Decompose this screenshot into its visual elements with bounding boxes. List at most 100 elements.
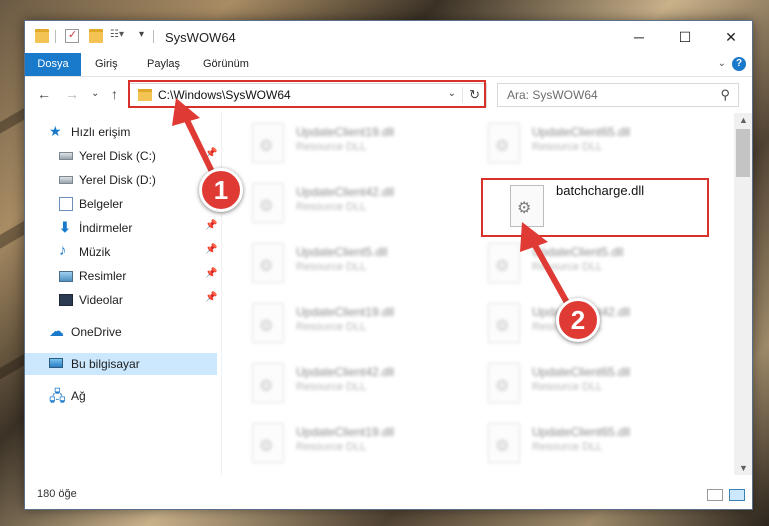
pin-icon: 📌 bbox=[205, 268, 218, 279]
file-item[interactable]: ⚙ UpdateClient19.dll Resource DLL bbox=[222, 117, 452, 171]
file-type: Resource DLL bbox=[532, 141, 603, 153]
file-item[interactable]: ⚙ UpdateClient5.dll Resource DLL bbox=[458, 237, 688, 291]
file-item[interactable]: ⚙ UpdateClient42.dll Resource DLL bbox=[222, 177, 452, 231]
dll-file-icon: ⚙ bbox=[252, 123, 284, 163]
sidebar-item-onedrive[interactable]: ☁ OneDrive bbox=[25, 321, 217, 343]
new-folder-icon[interactable] bbox=[89, 29, 103, 43]
file-item[interactable]: ⚙ UpdateClient65.dll Resource DLL bbox=[458, 117, 688, 171]
sidebar-item-pictures[interactable]: Resimler 📌 bbox=[25, 265, 217, 287]
search-input[interactable]: Ara: SysWOW64 bbox=[507, 88, 598, 102]
scrollbar-thumb[interactable] bbox=[736, 129, 750, 177]
forward-button[interactable]: → bbox=[65, 86, 79, 102]
sidebar-item-label: OneDrive bbox=[71, 325, 122, 339]
vertical-scrollbar[interactable]: ▲ ▼ bbox=[734, 113, 752, 475]
properties-icon[interactable]: ✓ bbox=[65, 29, 79, 43]
large-icons-view-button[interactable] bbox=[729, 489, 745, 501]
sidebar-item-disk-c[interactable]: Yerel Disk (C:) 📌 bbox=[25, 145, 217, 167]
step-1-badge: 1 bbox=[199, 168, 243, 212]
sidebar-item-label: Yerel Disk (D:) bbox=[79, 173, 156, 187]
sidebar-item-downloads[interactable]: ⬇ İndirmeler 📌 bbox=[25, 217, 217, 239]
sidebar-item-label: Ağ bbox=[71, 389, 86, 403]
qat-separator bbox=[55, 30, 56, 43]
sidebar-item-label: Yerel Disk (C:) bbox=[79, 149, 156, 163]
onedrive-icon: ☁ bbox=[49, 323, 64, 340]
folder-icon bbox=[35, 29, 49, 43]
search-box[interactable]: Ara: SysWOW64 ⚲ bbox=[497, 83, 739, 107]
file-name: UpdateClient5.dll bbox=[296, 245, 388, 259]
gear-icon: ⚙ bbox=[495, 258, 510, 275]
drive-icon bbox=[59, 176, 73, 184]
expand-ribbon-icon[interactable]: ⌄ bbox=[718, 58, 726, 69]
search-icon[interactable]: ⚲ bbox=[720, 87, 730, 103]
sidebar-item-label: Videolar bbox=[79, 293, 123, 307]
file-type: Resource DLL bbox=[296, 441, 367, 453]
scroll-up-icon[interactable]: ▲ bbox=[739, 115, 748, 125]
sidebar-item-label: Hızlı erişim bbox=[71, 125, 131, 139]
sidebar-item-label: Belgeler bbox=[79, 197, 124, 211]
gear-icon: ⚙ bbox=[259, 438, 274, 455]
up-button[interactable]: ↑ bbox=[111, 86, 118, 102]
file-highlight bbox=[481, 178, 709, 237]
file-type: Resource DLL bbox=[296, 201, 367, 213]
network-icon: 🖧 bbox=[49, 388, 66, 405]
file-item[interactable]: ⚙ UpdateClient65.dll Resource DLL bbox=[458, 417, 688, 471]
minimize-button[interactable]: ─ bbox=[616, 21, 662, 53]
sidebar-item-documents[interactable]: Belgeler 📌 bbox=[25, 193, 217, 215]
pin-icon: 📌 bbox=[205, 148, 218, 159]
dll-file-icon: ⚙ bbox=[252, 363, 284, 403]
file-type: Resource DLL bbox=[532, 381, 603, 393]
sidebar-item-disk-d[interactable]: Yerel Disk (D:) 📌 bbox=[25, 169, 217, 191]
pin-icon: 📌 bbox=[205, 220, 218, 231]
tab-home[interactable]: Giriş bbox=[95, 53, 118, 76]
dll-file-icon: ⚙ bbox=[488, 363, 520, 403]
details-view-button[interactable] bbox=[707, 489, 723, 501]
pin-icon: 📌 bbox=[205, 244, 218, 255]
file-item[interactable]: ⚙ UpdateClient19.dll Resource DLL bbox=[222, 417, 452, 471]
sidebar-item-label: Müzik bbox=[79, 245, 111, 259]
file-type: Resource DLL bbox=[532, 261, 603, 273]
file-item[interactable]: ⚙ UpdateClient19.dll Resource DLL bbox=[222, 297, 452, 351]
scroll-down-icon[interactable]: ▼ bbox=[739, 463, 748, 473]
maximize-button[interactable]: ☐ bbox=[662, 21, 708, 53]
tab-file[interactable]: Dosya bbox=[25, 53, 81, 76]
file-type: Resource DLL bbox=[296, 321, 367, 333]
recent-locations-icon[interactable]: ⌄ bbox=[91, 88, 99, 99]
file-item[interactable]: ⚙ UpdateClient42.dll Resource DLL bbox=[222, 357, 452, 411]
dll-file-icon: ⚙ bbox=[488, 303, 520, 343]
qat-dropdown-icon[interactable]: ▾ bbox=[139, 29, 144, 40]
computer-icon bbox=[49, 358, 63, 368]
file-item[interactable]: ⚙ UpdateClient65.dll Resource DLL bbox=[458, 357, 688, 411]
back-button[interactable]: ← bbox=[37, 86, 51, 102]
file-item[interactable]: ⚙ UpdateClient5.dll Resource DLL bbox=[222, 237, 452, 291]
file-list: ⚙ UpdateClient19.dll Resource DLL ⚙ Upda… bbox=[222, 113, 734, 475]
gear-icon: ⚙ bbox=[259, 198, 274, 215]
documents-icon bbox=[59, 197, 73, 211]
sidebar-item-network[interactable]: 🖧 Ağ bbox=[25, 385, 217, 407]
file-name: UpdateClient42.dll bbox=[296, 185, 395, 199]
gear-icon: ⚙ bbox=[495, 318, 510, 335]
sidebar-item-quick-access[interactable]: ★ Hızlı erişim bbox=[25, 121, 217, 143]
dll-file-icon: ⚙ bbox=[488, 123, 520, 163]
ribbon-tabs: Dosya Giriş Paylaş Görünüm ⌄ ? bbox=[25, 53, 752, 77]
status-bar: 180 öğe bbox=[25, 483, 752, 509]
music-icon: ♪ bbox=[59, 242, 67, 259]
close-button[interactable]: ✕ bbox=[708, 21, 754, 53]
file-name: UpdateClient19.dll bbox=[296, 425, 395, 439]
file-type: Resource DLL bbox=[296, 381, 367, 393]
dll-file-icon: ⚙ bbox=[252, 183, 284, 223]
file-name: UpdateClient19.dll bbox=[296, 305, 395, 319]
gear-icon: ⚙ bbox=[259, 318, 274, 335]
tab-share[interactable]: Paylaş bbox=[147, 53, 180, 76]
sidebar-item-label: İndirmeler bbox=[79, 221, 133, 235]
star-icon: ★ bbox=[49, 123, 62, 139]
address-bar-highlight bbox=[128, 80, 486, 108]
sidebar-item-music[interactable]: ♪ Müzik 📌 bbox=[25, 241, 217, 263]
dll-file-icon: ⚙ bbox=[252, 243, 284, 283]
gear-icon: ⚙ bbox=[259, 138, 274, 155]
sidebar-item-videos[interactable]: Videolar 📌 bbox=[25, 289, 217, 311]
help-icon[interactable]: ? bbox=[732, 57, 746, 71]
tab-view[interactable]: Görünüm bbox=[203, 53, 249, 76]
customize-qat-icon[interactable]: ☷▾ bbox=[110, 29, 124, 43]
step-2-badge: 2 bbox=[556, 298, 600, 342]
sidebar-item-this-pc[interactable]: Bu bilgisayar bbox=[25, 353, 217, 375]
